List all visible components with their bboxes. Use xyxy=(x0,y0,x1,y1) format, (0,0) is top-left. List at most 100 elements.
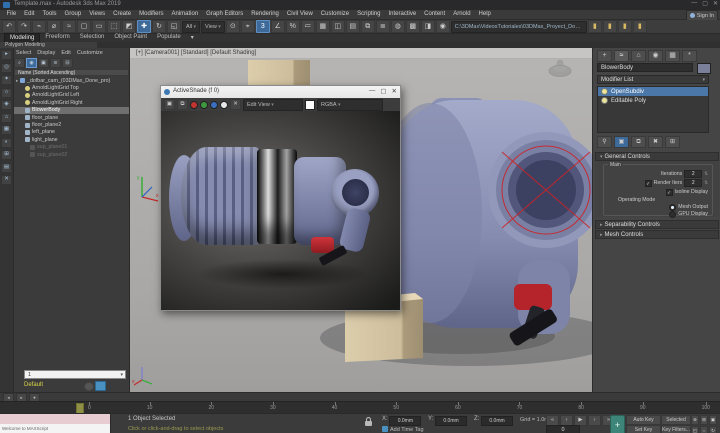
modify-tab-icon[interactable]: ≈ xyxy=(614,50,629,62)
ribbon-tab[interactable]: Object Paint xyxy=(109,33,152,42)
find-icon[interactable]: ⌕ xyxy=(14,58,25,68)
iterations-field[interactable]: 2 xyxy=(684,170,702,178)
zoom-icon[interactable]: ⊕ xyxy=(691,415,699,425)
explorer-preset-label[interactable]: Default xyxy=(24,382,43,388)
align-icon[interactable]: ◫ xyxy=(331,20,345,33)
menu-item[interactable]: Edit xyxy=(21,10,38,19)
orbit-icon[interactable]: ↻ xyxy=(709,426,717,433)
blue-channel-icon[interactable] xyxy=(210,101,218,109)
scene-item-light-right[interactable]: ArnoldLightGrid Right xyxy=(14,99,129,106)
select-and-move-icon[interactable]: ✚ xyxy=(137,20,151,33)
menu-item[interactable]: Content xyxy=(421,10,449,19)
motion-tab-icon[interactable]: ◉ xyxy=(648,50,663,62)
modifier-list-dropdown[interactable]: Modifier List xyxy=(597,75,709,84)
save-image-icon[interactable]: ▣ xyxy=(164,99,175,110)
folder-icon-4[interactable]: ▮ xyxy=(633,20,647,33)
object-color-swatch[interactable] xyxy=(697,63,711,74)
menu-item[interactable]: Rendering xyxy=(248,10,283,19)
reference-coordinate-dropdown[interactable]: View xyxy=(201,21,225,33)
select-object-icon[interactable]: ▢ xyxy=(77,20,91,33)
menu-item[interactable]: Civil View xyxy=(283,10,316,19)
auto-key-button[interactable]: Auto Key xyxy=(626,415,661,425)
unlink-icon[interactable]: ⌀ xyxy=(47,20,61,33)
gpu-display-radio[interactable] xyxy=(669,211,676,218)
menu-item[interactable]: Views xyxy=(86,10,109,19)
select-and-link-icon[interactable]: ⌁ xyxy=(32,20,46,33)
selection-lock-icon[interactable] xyxy=(364,417,373,427)
activeshade-maximize-button[interactable]: ▢ xyxy=(380,87,386,95)
zoom-all-icon[interactable]: ⊞ xyxy=(700,415,708,425)
explorer-name-header[interactable]: Name (Sorted Ascending) xyxy=(14,69,129,76)
viewcube-teapot-widget[interactable] xyxy=(546,56,574,78)
render-icon[interactable]: ◉ xyxy=(436,20,450,33)
display-containers-icon[interactable]: ⊞ xyxy=(1,150,12,160)
snaps-toggle-icon[interactable]: 3 xyxy=(256,20,270,33)
display-none-icon[interactable]: ▸ xyxy=(1,50,12,60)
scene-item-light-plane[interactable]: light_plane xyxy=(14,136,129,143)
explorer-bottom-icon-2[interactable] xyxy=(95,381,106,391)
modifier-enabled-icon[interactable] xyxy=(601,97,608,104)
add-time-tag[interactable]: Add Time Tag xyxy=(382,426,424,433)
stack-item-editable-poly[interactable]: Editable Poly xyxy=(598,96,708,105)
hierarchy-tab-icon[interactable]: ⌂ xyxy=(631,50,646,62)
percent-snap-icon[interactable]: % xyxy=(286,20,300,33)
zoom-extents-all-icon[interactable]: ◰ xyxy=(691,426,699,433)
maximize-button[interactable]: ▢ xyxy=(702,0,708,7)
set-key-button[interactable]: Set Key xyxy=(626,425,661,433)
key-filters-button[interactable]: Key Filters... xyxy=(661,425,691,433)
activeshade-render-canvas[interactable] xyxy=(161,111,400,310)
next-frame-icon[interactable]: › xyxy=(588,415,601,426)
named-selection-icon[interactable]: ≔ xyxy=(301,20,315,33)
scene-item-blowerbody[interactable]: BlowerBody xyxy=(14,107,129,114)
activeshade-minimize-button[interactable]: — xyxy=(369,87,376,95)
key-selection-set-dropdown[interactable]: Selected xyxy=(661,415,691,425)
clone-window-icon[interactable]: ⧉ xyxy=(177,99,188,110)
angle-snap-icon[interactable]: ∠ xyxy=(271,20,285,33)
render-iters-field[interactable]: 2 xyxy=(684,179,702,187)
green-channel-icon[interactable] xyxy=(200,101,208,109)
maxscript-mini-listener[interactable]: Welcome to MAXScript xyxy=(0,414,111,433)
undo-icon[interactable]: ↶ xyxy=(2,20,16,33)
ribbon-tab[interactable]: Modeling xyxy=(4,33,40,42)
menu-item[interactable]: File xyxy=(3,10,20,19)
select-by-name-icon[interactable]: ▭ xyxy=(92,20,106,33)
explorer-menu-item[interactable]: Select xyxy=(14,49,33,57)
display-helpers-icon[interactable]: ⌂ xyxy=(1,113,12,123)
display-hidden-icon[interactable]: ✕ xyxy=(1,175,12,185)
menu-item[interactable]: Scripting xyxy=(354,10,384,19)
create-tab-icon[interactable]: + xyxy=(597,50,612,62)
display-spacewarps-icon[interactable]: ▦ xyxy=(1,125,12,135)
menu-item[interactable]: Modifiers xyxy=(136,10,167,19)
rollout-separability-controls[interactable]: ▸Separability Controls xyxy=(595,220,719,229)
modifier-enabled-icon[interactable] xyxy=(601,88,608,95)
schematic-view-icon[interactable]: ≣ xyxy=(376,20,390,33)
menu-item[interactable]: Group xyxy=(61,10,85,19)
scene-item-floor-plane2[interactable]: floor_plane2 xyxy=(14,121,129,128)
show-end-result-icon[interactable]: ▣ xyxy=(614,136,629,148)
scene-item-light-top[interactable]: ArnoldLightGrid Top xyxy=(14,84,129,91)
explorer-menu-item[interactable]: Display xyxy=(35,49,57,57)
stack-item-opensubdiv[interactable]: OpenSubdiv xyxy=(598,87,708,96)
window-crossing-icon[interactable]: ◩ xyxy=(122,20,136,33)
menu-item[interactable]: Create xyxy=(110,10,135,19)
clear-frame-icon[interactable]: ✕ xyxy=(230,99,241,110)
menu-item[interactable]: Help xyxy=(475,10,494,19)
current-frame-field[interactable]: 0 xyxy=(546,425,580,433)
close-button[interactable]: ✕ xyxy=(713,0,718,7)
selection-filter-dropdown[interactable]: All xyxy=(182,21,200,33)
explorer-menu-item[interactable]: Customize xyxy=(75,49,105,57)
explorer-menu-item[interactable]: Edit xyxy=(59,49,72,57)
display-geometry-icon[interactable]: ◎ xyxy=(1,63,12,73)
activeshade-channel-dropdown[interactable]: RGBA xyxy=(317,99,383,111)
activeshade-close-button[interactable]: ✕ xyxy=(392,87,397,95)
bind-spacewarp-icon[interactable]: ≈ xyxy=(62,20,76,33)
select-and-rotate-icon[interactable]: ↻ xyxy=(152,20,166,33)
rectangular-region-icon[interactable]: ⬚ xyxy=(107,20,121,33)
menu-item[interactable]: Tools xyxy=(39,10,60,19)
configure-sets-icon[interactable]: ⊞ xyxy=(665,136,680,148)
pan-icon[interactable]: ⇔ xyxy=(700,426,708,433)
scene-item-light-left[interactable]: ArnoldLightGrid Left xyxy=(14,92,129,99)
menu-item[interactable]: Animation xyxy=(168,10,202,19)
remove-modifier-icon[interactable]: ✖ xyxy=(648,136,663,148)
scene-item-camera[interactable]: ▸ _dofbar_cam_(03DMax_Done_pro) xyxy=(14,77,129,84)
